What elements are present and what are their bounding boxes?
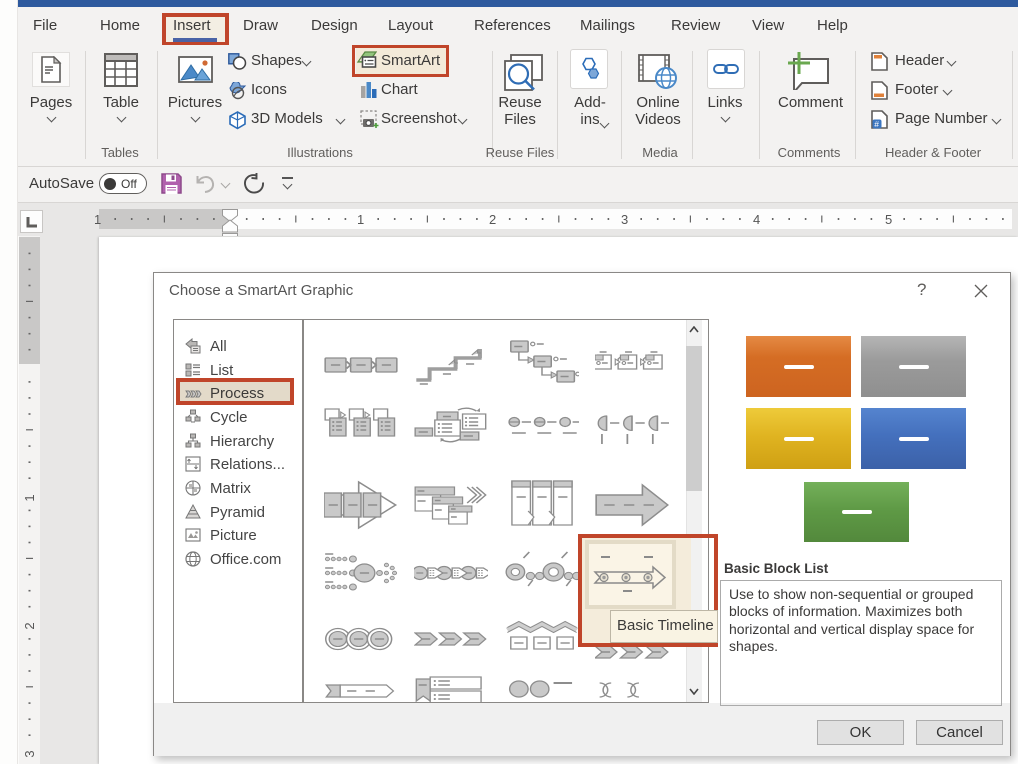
svg-text:3: 3: [22, 750, 37, 757]
svg-text:1: 1: [94, 212, 101, 227]
svg-text:1: 1: [357, 212, 364, 227]
svg-text:4: 4: [753, 212, 760, 227]
svg-text:#: #: [874, 119, 879, 129]
svg-text:1: 1: [22, 494, 37, 501]
svg-text:3: 3: [621, 212, 628, 227]
svg-text:2: 2: [22, 622, 37, 629]
svg-text:2: 2: [489, 212, 496, 227]
svg-text:5: 5: [885, 212, 892, 227]
